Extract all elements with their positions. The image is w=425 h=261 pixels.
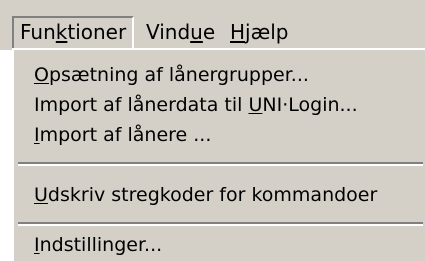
udskriv-key: U: [34, 184, 48, 206]
menu-separator: [18, 162, 423, 166]
menu-funktioner-key: k: [55, 20, 68, 44]
menu-hjaelp[interactable]: Hjælp: [224, 16, 295, 48]
menu-item-import-unilogin[interactable]: Import af lånerdata til UNI·Login...: [34, 90, 358, 120]
menu-item-udskriv-stregkoder[interactable]: Udskriv stregkoder for kommandoer: [34, 180, 377, 210]
import-unilogin-post: NI·Login...: [262, 94, 358, 116]
menu-vindue-key: u: [190, 20, 203, 44]
import-unilogin-key: U: [248, 94, 263, 116]
opsaetning-post: psætning af lånergrupper...: [48, 64, 309, 86]
menu-funktioner-post: tioner: [67, 20, 127, 44]
import-laanere-post: mport af lånere ...: [39, 124, 212, 146]
menu-hjaelp-post: jælp: [245, 20, 289, 44]
menu-vindue-pre: Vind: [146, 20, 191, 44]
screen: Funktioner Vindue Hjælp Opsætning af lån…: [0, 0, 425, 261]
menu-vindue[interactable]: Vindue: [140, 16, 221, 48]
funktioner-dropdown: Opsætning af lånergrupper... Import af l…: [12, 48, 425, 261]
menu-item-opsaetning[interactable]: Opsætning af lånergrupper...: [34, 60, 309, 90]
opsaetning-key: O: [34, 64, 49, 86]
udskriv-post: dskriv stregkoder for kommandoer: [47, 184, 378, 206]
menu-item-indstillinger[interactable]: Indstillinger...: [34, 230, 162, 260]
menu-separator: [18, 222, 423, 226]
menu-bar: Funktioner Vindue Hjælp: [0, 0, 425, 50]
indstillinger-post: ndstillinger...: [39, 234, 163, 256]
menu-item-import-laanere[interactable]: Import af lånere ...: [34, 120, 211, 150]
import-unilogin-pre: Import af lånerdata til: [34, 94, 249, 116]
menu-vindue-post: e: [202, 20, 216, 44]
menu-funktioner-pre: Fun: [20, 20, 56, 44]
menu-funktioner[interactable]: Funktioner: [12, 16, 135, 48]
menu-hjaelp-key: H: [230, 20, 246, 44]
